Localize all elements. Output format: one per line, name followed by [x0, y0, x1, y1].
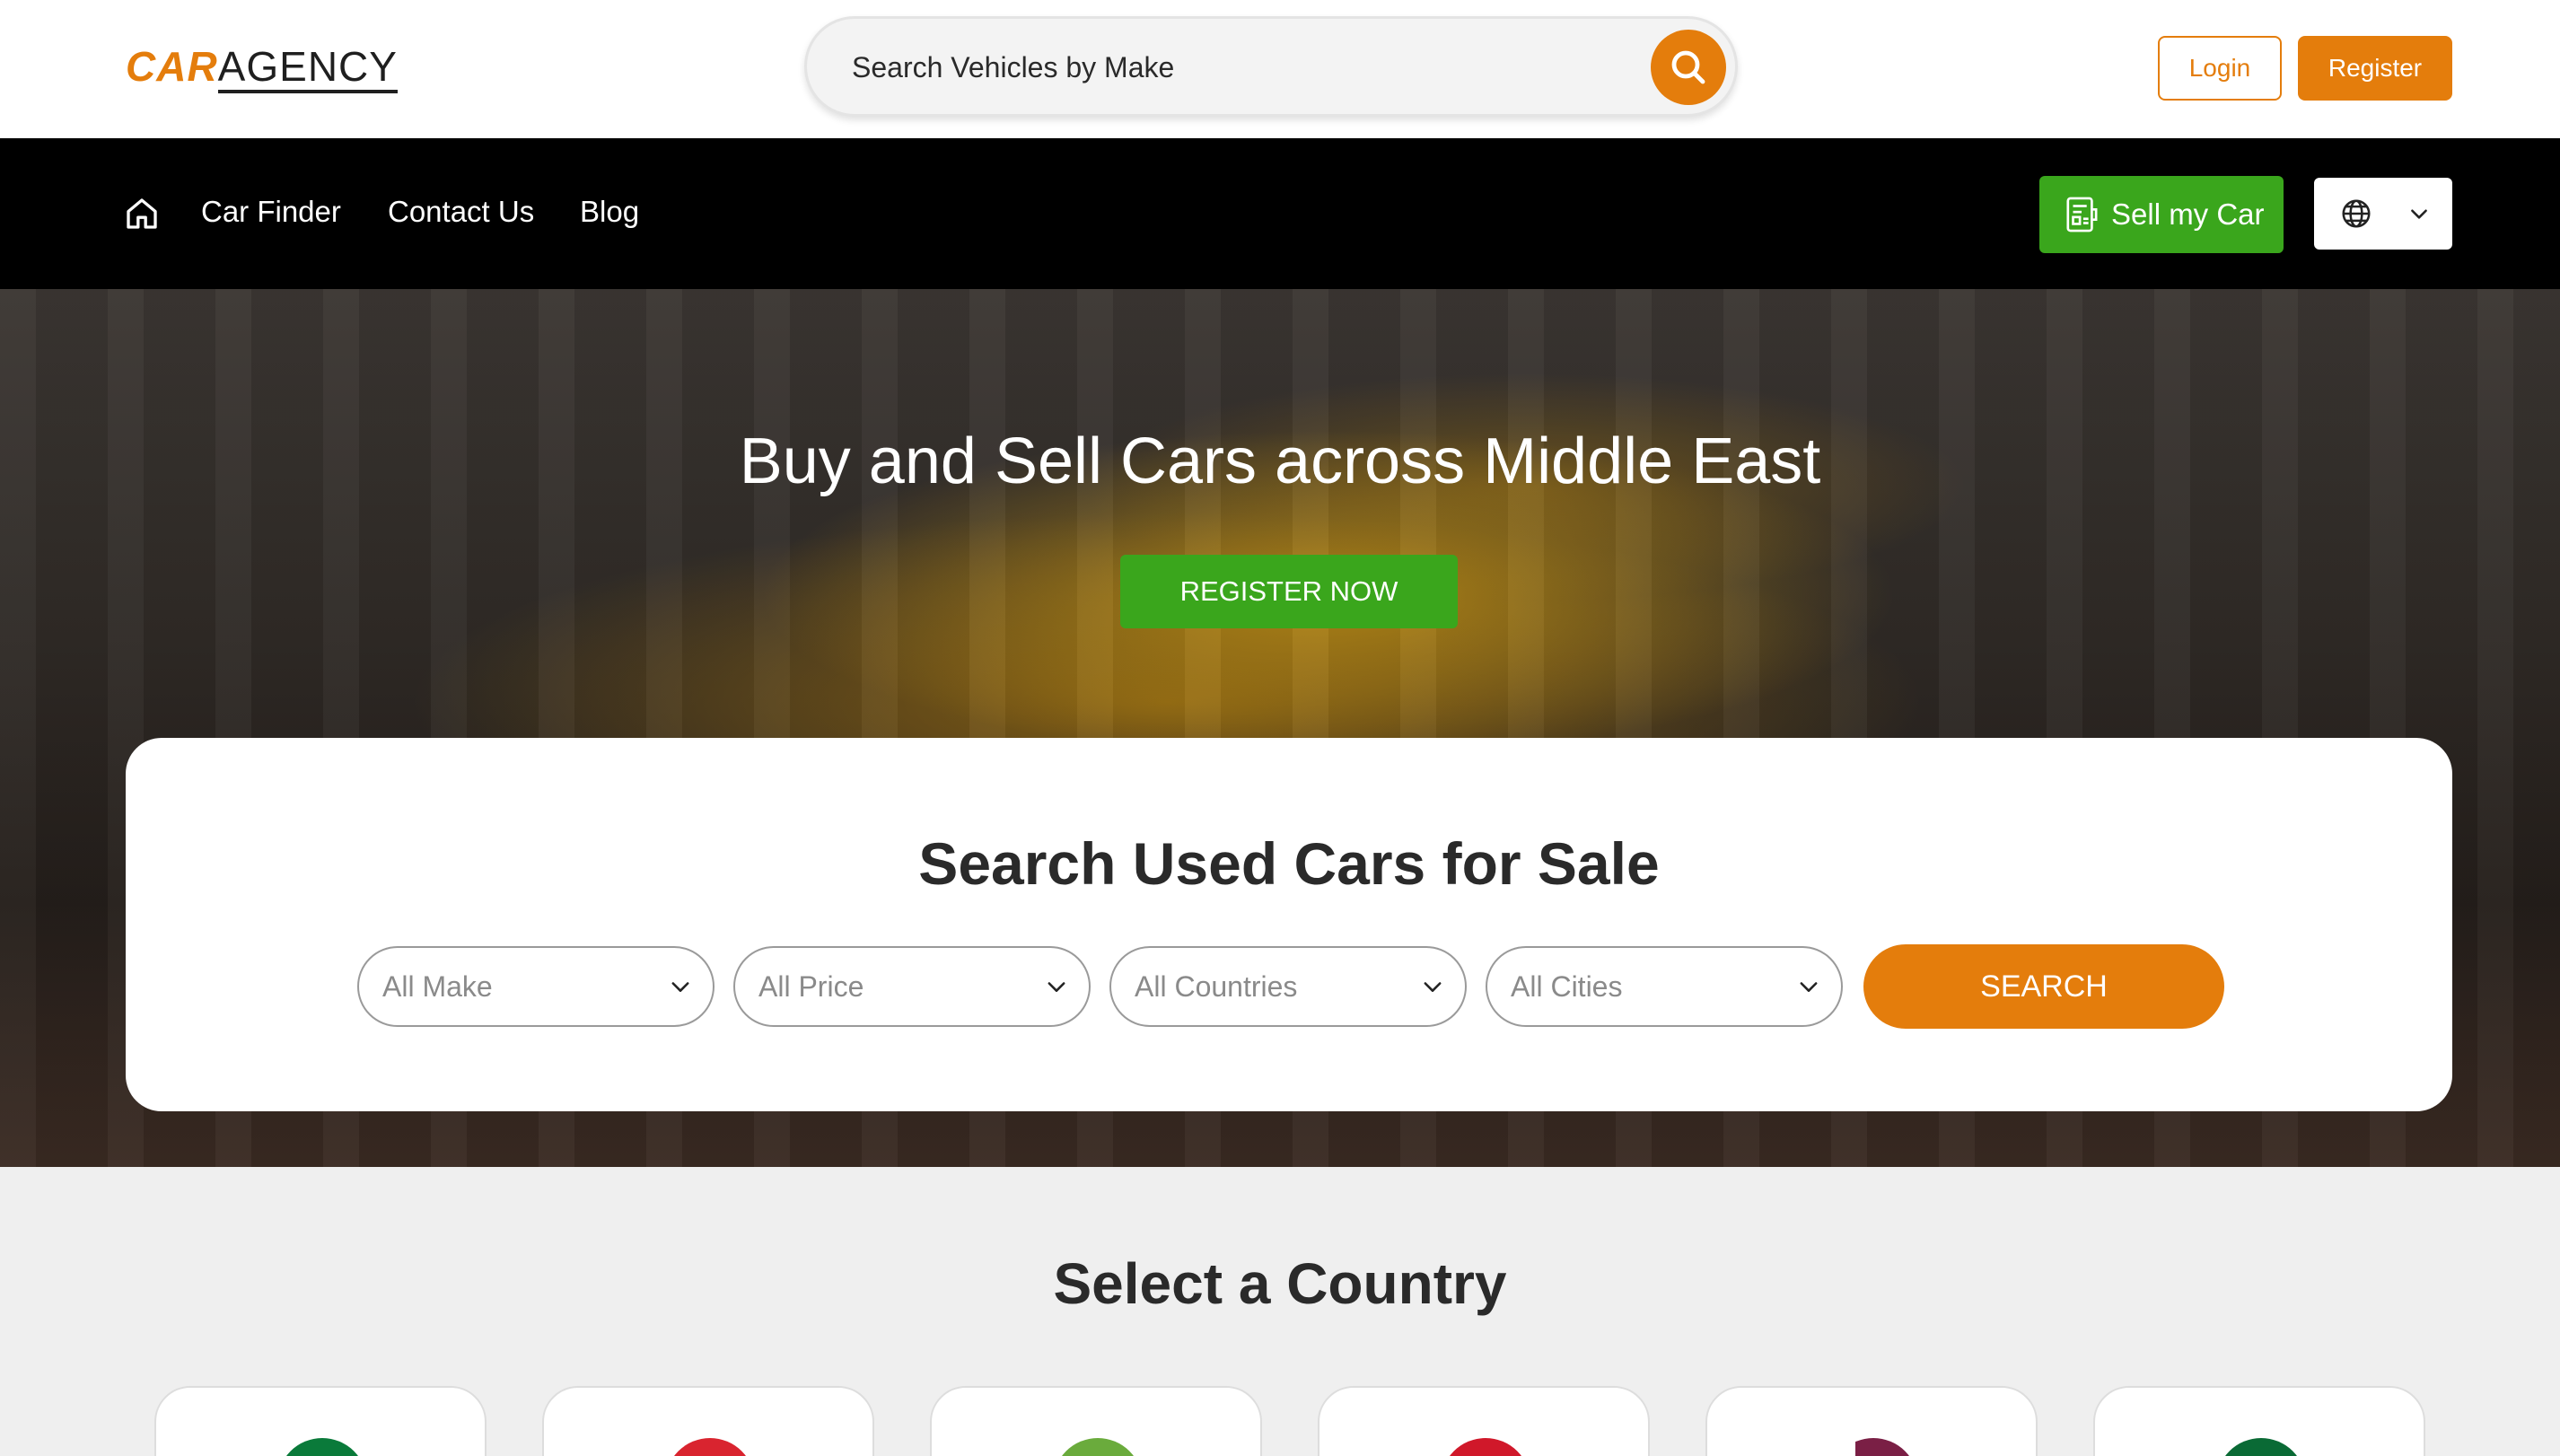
sell-my-car-label: Sell my Car — [2111, 197, 2265, 231]
make-select-value: All Make — [382, 969, 493, 1003]
home-icon[interactable] — [124, 196, 160, 232]
search-card-title: Search Used Cars for Sale — [918, 830, 1660, 897]
country-flag — [1053, 1438, 1143, 1456]
globe-icon — [2342, 199, 2371, 228]
nav-link-contact-us[interactable]: Contact Us — [388, 192, 534, 232]
country-card[interactable] — [2093, 1386, 2425, 1456]
price-select[interactable]: All Price — [733, 946, 1091, 1027]
country-flag — [665, 1438, 755, 1456]
price-select-value: All Price — [758, 969, 864, 1003]
search-submit-button[interactable]: SEARCH — [1863, 944, 2224, 1029]
register-now-button[interactable]: REGISTER NOW — [1120, 555, 1458, 628]
city-select[interactable]: All Cities — [1486, 946, 1843, 1027]
nav-link-car-finder[interactable]: Car Finder — [201, 192, 341, 232]
chevron-down-icon — [1048, 982, 1065, 992]
logo-car-text: CAR — [126, 43, 218, 90]
country-select[interactable]: All Countries — [1109, 946, 1467, 1027]
chevron-down-icon — [1424, 982, 1442, 992]
country-card[interactable] — [1705, 1386, 2038, 1456]
chevron-down-icon — [2411, 209, 2427, 219]
top-header: CARAGENCY Login Register — [0, 0, 2560, 138]
select-country-title: Select a Country — [1053, 1251, 1507, 1316]
search-icon — [1671, 50, 1705, 84]
city-select-value: All Cities — [1511, 969, 1623, 1003]
country-flag — [2216, 1438, 2306, 1456]
used-car-search-card: Search Used Cars for Sale All Make All P… — [126, 738, 2452, 1111]
main-nav: Car Finder Contact Us Blog Sell my Car — [0, 138, 2560, 289]
hero-title: Buy and Sell Cars across Middle East — [739, 425, 1821, 497]
country-select-value: All Countries — [1135, 969, 1298, 1003]
logo-agency-text: AGENCY — [217, 43, 398, 93]
vehicle-search-input[interactable] — [852, 40, 1570, 94]
country-card[interactable] — [1318, 1386, 1650, 1456]
logo[interactable]: CARAGENCY — [126, 39, 398, 93]
make-select[interactable]: All Make — [357, 946, 715, 1027]
country-flag — [277, 1438, 367, 1456]
search-button[interactable] — [1651, 30, 1726, 105]
country-flag — [1828, 1438, 1918, 1456]
language-selector[interactable] — [2314, 178, 2452, 250]
receipt-icon — [2066, 197, 2098, 232]
vehicle-search-bar — [804, 16, 1738, 117]
login-button[interactable]: Login — [2158, 36, 2282, 101]
country-card[interactable] — [154, 1386, 487, 1456]
country-flag — [1441, 1438, 1530, 1456]
chevron-down-icon — [671, 982, 689, 992]
sell-my-car-button[interactable]: Sell my Car — [2039, 176, 2284, 253]
chevron-down-icon — [1800, 982, 1818, 992]
register-button[interactable]: Register — [2298, 36, 2452, 101]
nav-link-blog[interactable]: Blog — [580, 192, 639, 232]
country-card[interactable] — [542, 1386, 874, 1456]
country-card[interactable] — [930, 1386, 1262, 1456]
